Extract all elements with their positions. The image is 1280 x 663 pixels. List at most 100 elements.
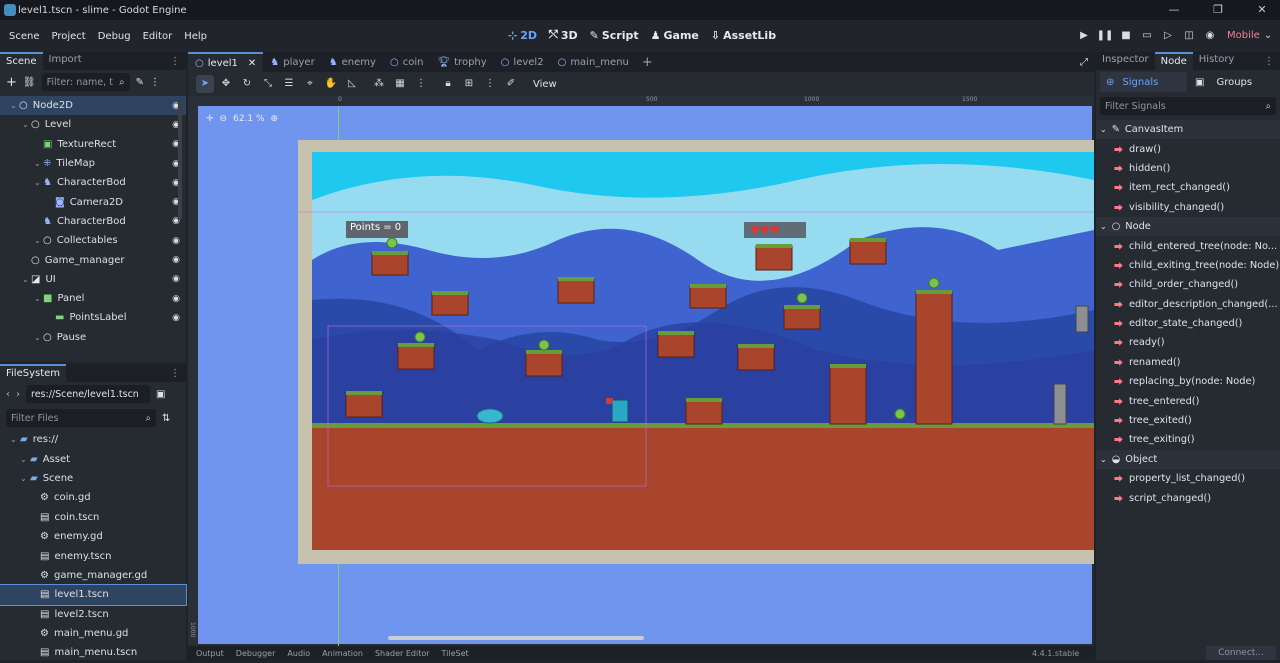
center-view-icon[interactable]: ✛ <box>206 114 214 124</box>
minimize-icon[interactable]: — <box>1166 2 1182 18</box>
script-icon[interactable]: ✎ <box>136 77 144 88</box>
distraction-free-icon[interactable]: ⤢ <box>1080 57 1088 68</box>
signal-item[interactable]: ⮕ tree_entered() <box>1096 391 1280 410</box>
add-node-icon[interactable]: + <box>6 75 17 90</box>
play-custom-icon[interactable]: ◫ <box>1180 27 1198 45</box>
bottom-tab-animation[interactable]: Animation <box>322 649 363 658</box>
tree-item[interactable]: ⌄ ◪ UI ◉ <box>0 270 186 289</box>
tab-trophy[interactable]: 🏆︎ trophy <box>430 52 493 72</box>
maximize-icon[interactable]: ❐ <box>1210 2 1226 18</box>
forward-icon[interactable]: › <box>16 389 20 400</box>
chevron-down-icon[interactable]: ⌄ <box>1100 455 1107 464</box>
file-item[interactable]: ⚙ coin.gd <box>0 488 186 507</box>
signal-item[interactable]: ⮕ editor_description_changed(... <box>1096 295 1280 314</box>
scale-tool-icon[interactable]: ⤡ <box>259 75 277 93</box>
scrollbar[interactable] <box>178 100 182 220</box>
chevron-down-icon[interactable]: ⌄ <box>1100 125 1107 134</box>
list-tool-icon[interactable]: ☰ <box>280 75 298 93</box>
tree-item[interactable]: ○ Game_manager ◉ <box>0 250 186 269</box>
signal-item[interactable]: ⮕ replacing_by(node: Node) <box>1096 372 1280 391</box>
rotate-tool-icon[interactable]: ↻ <box>238 75 256 93</box>
workspace-2d[interactable]: ⊹ 2D <box>508 28 537 42</box>
chevron-icon[interactable]: ⌄ <box>34 294 43 303</box>
signal-filter-input[interactable]: Filter Signals ⌕ <box>1100 97 1276 115</box>
signal-item[interactable]: ⮕ child_exiting_tree(node: Node) <box>1096 256 1280 275</box>
chevron-icon[interactable]: ⌄ <box>22 120 31 129</box>
viewport[interactable]: 0 500 1000 1500 1000 ✛ ⊖ 62.1 % ⊕ ♥♥♥ Po… <box>188 96 1094 646</box>
bottom-tab-shader-editor[interactable]: Shader Editor <box>375 649 430 658</box>
tab-player[interactable]: ♞ player <box>263 52 321 72</box>
zoom-in-icon[interactable]: ⊕ <box>271 114 279 124</box>
chevron-icon[interactable]: ⌄ <box>22 275 31 284</box>
bottom-tab-tileset[interactable]: TileSet <box>442 649 469 658</box>
ruler-tool-icon[interactable]: ◺ <box>343 75 361 93</box>
visibility-icon[interactable]: ◉ <box>172 313 180 323</box>
signal-item[interactable]: ⮕ child_order_changed() <box>1096 275 1280 294</box>
dock-menu-icon[interactable]: ⋮ <box>170 368 180 379</box>
file-item[interactable]: ▤ coin.tscn <box>0 508 186 527</box>
tree-item[interactable]: ⌄ ♞ CharacterBod ◉ <box>0 173 186 192</box>
signal-group-header[interactable]: ⌄ ◒ Object <box>1096 449 1280 470</box>
chevron-icon[interactable]: ⌄ <box>20 455 30 464</box>
tree-item[interactable]: ⌄ ○ Pause <box>0 328 186 347</box>
signal-item[interactable]: ⮕ hidden() <box>1096 159 1280 178</box>
zoom-out-icon[interactable]: ⊖ <box>220 114 228 124</box>
close-icon[interactable]: ✕ <box>248 58 256 69</box>
play-scene-icon[interactable]: ▷ <box>1159 27 1177 45</box>
chevron-icon[interactable]: ⌄ <box>34 236 43 245</box>
select-tool-icon[interactable]: ➤ <box>196 75 214 93</box>
chevron-icon[interactable]: ⌄ <box>34 178 43 187</box>
visibility-icon[interactable]: ◉ <box>172 255 180 265</box>
remote-debug-icon[interactable]: ▭ <box>1138 27 1156 45</box>
signal-item[interactable]: ⮕ tree_exited() <box>1096 411 1280 430</box>
group-icon[interactable]: ⊞ <box>460 75 478 93</box>
close-icon[interactable]: ✕ <box>1254 2 1270 18</box>
dock-menu-icon[interactable]: ⋮ <box>170 56 180 67</box>
bottom-tab-debugger[interactable]: Debugger <box>236 649 276 658</box>
tree-item[interactable]: ▣ TextureRect ◉ <box>0 135 186 154</box>
signal-item[interactable]: ⮕ renamed() <box>1096 353 1280 372</box>
tree-item[interactable]: ⌄ ○ Collectables ◉ <box>0 231 186 250</box>
bone-icon[interactable]: ✐ <box>502 75 520 93</box>
signal-group-header[interactable]: ⌄ ○ Node <box>1096 216 1280 237</box>
snap-options-icon[interactable]: ⋮ <box>412 75 430 93</box>
visibility-icon[interactable]: ◉ <box>172 274 180 284</box>
split-view-icon[interactable]: ▣ <box>156 389 165 400</box>
connect-button[interactable]: Connect... <box>1206 646 1276 660</box>
signal-item[interactable]: ⮕ tree_exiting() <box>1096 430 1280 449</box>
grid-snap-icon[interactable]: ▦ <box>391 75 409 93</box>
workspace-assetlib[interactable]: ⇩ AssetLib <box>711 28 776 42</box>
stop-icon[interactable]: ■ <box>1117 27 1135 45</box>
file-item[interactable]: ⚙ main_menu.gd <box>0 624 186 643</box>
signal-item[interactable]: ⮕ script_changed() <box>1096 488 1280 507</box>
file-item[interactable]: ⌄ ▰ Scene <box>0 469 186 488</box>
movie-icon[interactable]: ◉ <box>1201 27 1219 45</box>
menu-scene[interactable]: Scene <box>3 31 46 42</box>
file-item[interactable]: ⌄ ▰ res:// <box>0 430 186 449</box>
menu-project[interactable]: Project <box>46 31 92 42</box>
smart-snap-icon[interactable]: ⁂ <box>370 75 388 93</box>
tab-history[interactable]: History <box>1193 52 1241 70</box>
tab-scene[interactable]: Scene <box>0 52 43 70</box>
horizontal-scrollbar[interactable] <box>388 636 644 640</box>
tab-filesystem[interactable]: FileSystem <box>0 364 67 382</box>
workspace-script[interactable]: ✎ Script <box>590 28 639 42</box>
workspace-game[interactable]: ♟ Game <box>651 28 699 42</box>
tab-node[interactable]: Node <box>1154 52 1193 70</box>
file-filter-input[interactable]: Filter Files ⌕ <box>6 409 156 427</box>
level-scene[interactable]: ♥♥♥ <box>298 140 1094 564</box>
chevron-icon[interactable]: ⌄ <box>34 159 43 168</box>
lock-icon[interactable]: 🔒︎ <box>439 75 457 93</box>
signal-item[interactable]: ⮕ property_list_changed() <box>1096 469 1280 488</box>
link-icon[interactable]: ⛓ <box>23 77 36 88</box>
visibility-icon[interactable]: ◉ <box>172 236 180 246</box>
signal-item[interactable]: ⮕ draw() <box>1096 139 1280 158</box>
tree-item[interactable]: ◙ Camera2D ◉ <box>0 192 186 211</box>
add-tab-icon[interactable]: + <box>642 55 653 70</box>
move-tool-icon[interactable]: ✥ <box>217 75 235 93</box>
tree-item[interactable]: ▬ PointsLabel ◉ <box>0 308 186 327</box>
pause-icon[interactable]: ❚❚ <box>1096 27 1114 45</box>
tab-enemy[interactable]: ♞ enemy <box>322 52 383 72</box>
workspace-3d[interactable]: ⤲ 3D <box>549 28 578 42</box>
tab-level2[interactable]: ○ level2 <box>494 52 551 72</box>
